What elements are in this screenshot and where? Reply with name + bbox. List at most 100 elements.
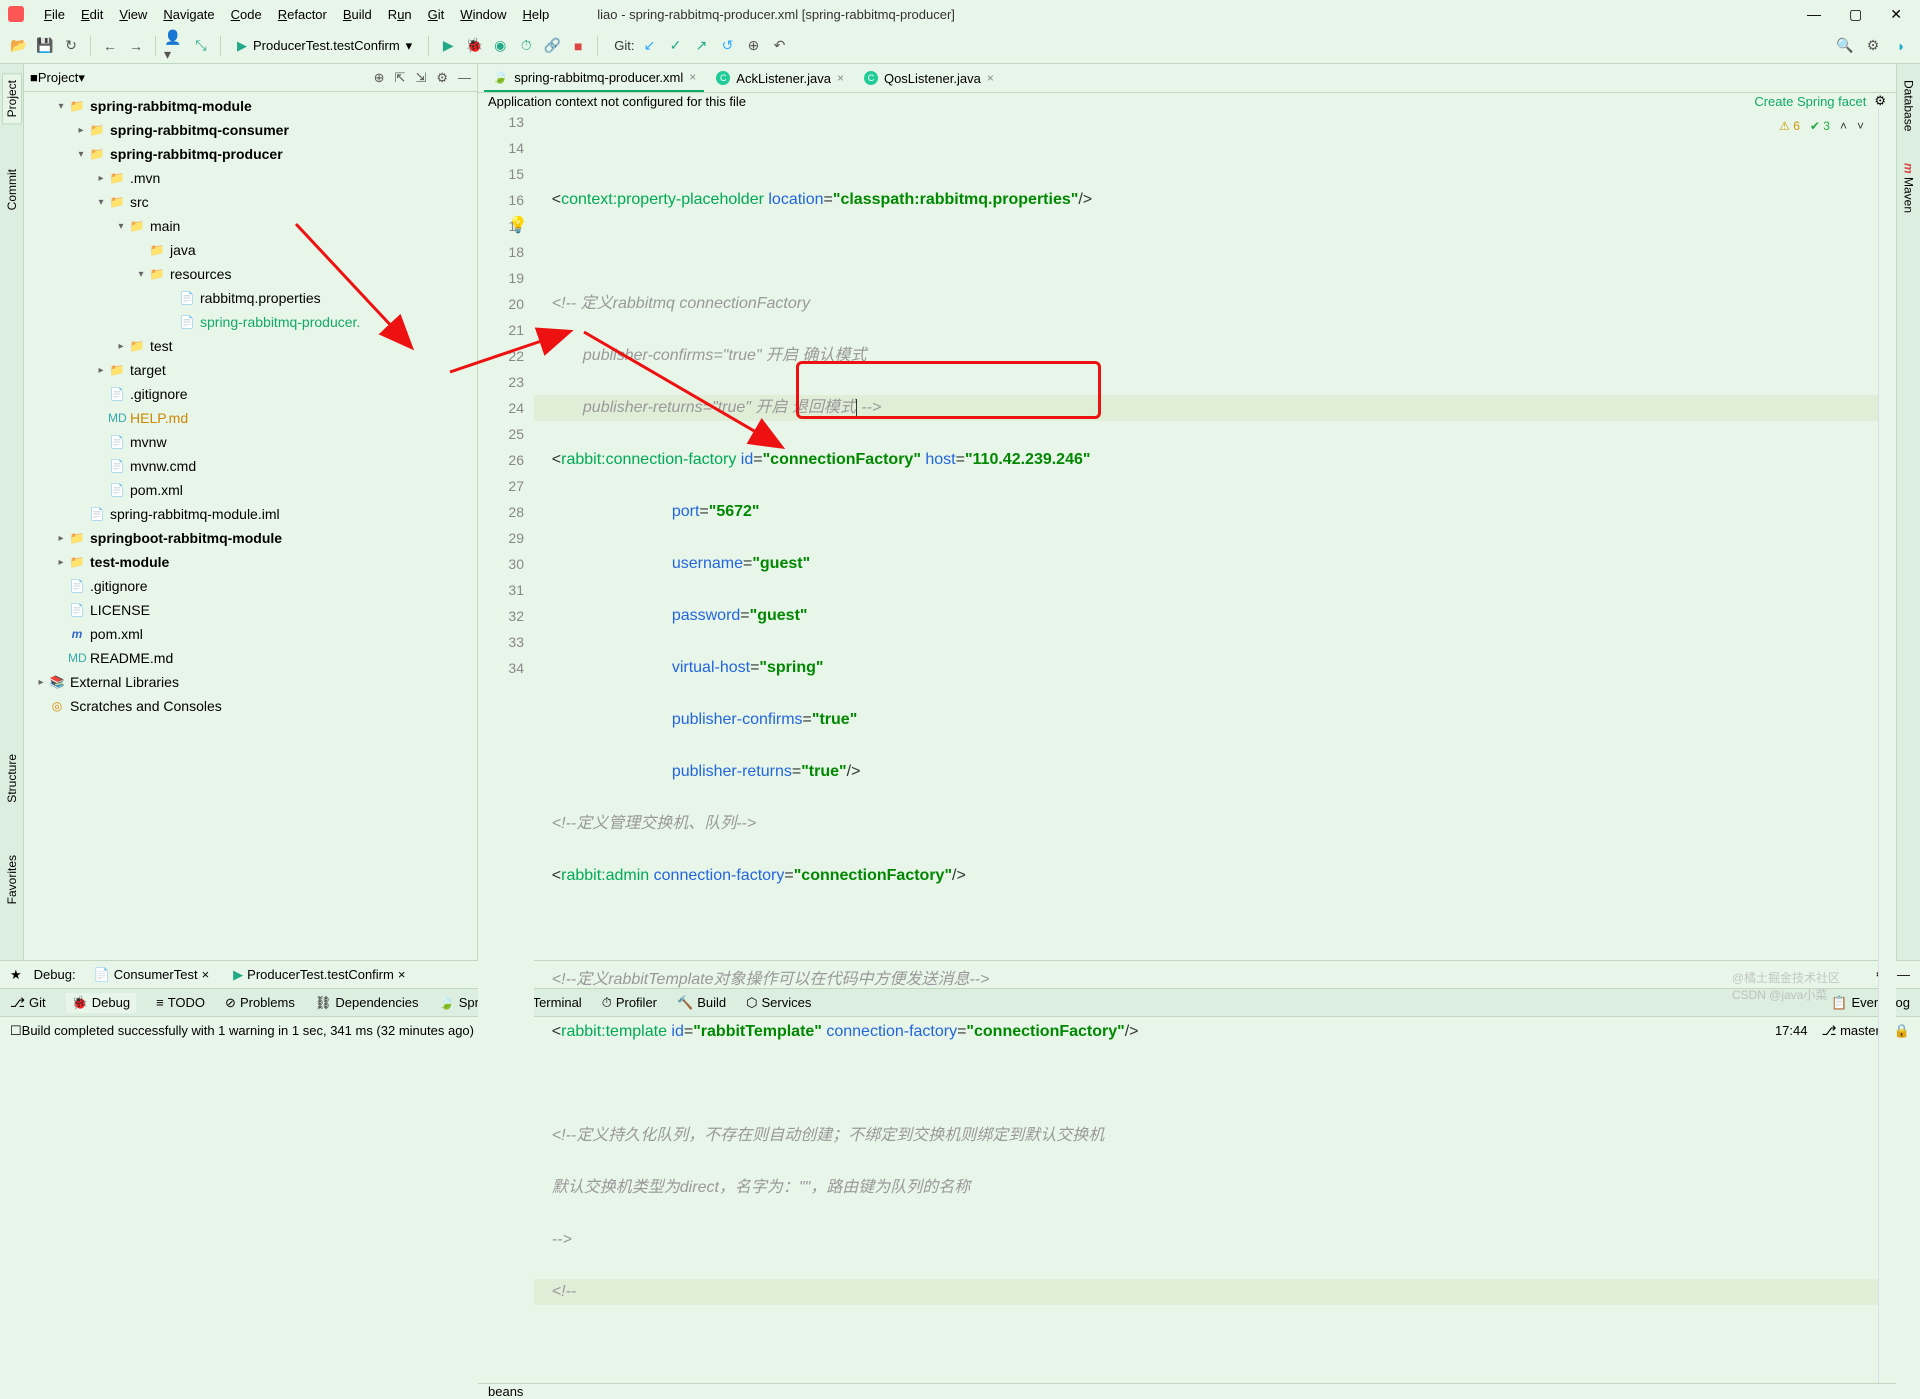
expand-icon[interactable]: ⇱ bbox=[395, 70, 406, 86]
tab-todo[interactable]: ≡ TODO bbox=[156, 995, 205, 1010]
close-icon[interactable]: × bbox=[689, 70, 696, 84]
collapse-icon[interactable]: ⇲ bbox=[415, 70, 426, 86]
tree-mvn[interactable]: .mvn bbox=[130, 170, 160, 186]
menu-build[interactable]: Build bbox=[335, 7, 380, 22]
tab-debug[interactable]: 🐞 Debug bbox=[66, 993, 137, 1013]
git-clock-icon[interactable]: ⊕ bbox=[742, 35, 764, 57]
settings-icon[interactable]: ⚙ bbox=[1862, 35, 1884, 57]
tree-target[interactable]: target bbox=[130, 362, 166, 378]
tree-scratches[interactable]: Scratches and Consoles bbox=[70, 698, 222, 714]
tab-producer-xml[interactable]: 🍃spring-rabbitmq-producer.xml× bbox=[484, 64, 704, 92]
tree-rabbitmq-props[interactable]: rabbitmq.properties bbox=[200, 290, 321, 306]
tree-m-pom[interactable]: pom.xml bbox=[90, 626, 143, 642]
open-icon[interactable]: 📂 bbox=[8, 35, 30, 57]
gear-icon[interactable]: ⚙ bbox=[1874, 93, 1886, 109]
menu-view[interactable]: View bbox=[111, 7, 155, 22]
tree-producer-xml[interactable]: spring-rabbitmq-producer. bbox=[200, 314, 360, 330]
down-icon[interactable]: ˅ bbox=[1857, 113, 1864, 139]
menu-code[interactable]: Code bbox=[223, 7, 270, 22]
locate-icon[interactable]: ⊕ bbox=[374, 70, 385, 86]
run-config-selector[interactable]: ▶ProducerTest.testConfirm ▾ bbox=[229, 38, 420, 54]
minimize-button[interactable]: — bbox=[1807, 6, 1821, 23]
tree-producer[interactable]: spring-rabbitmq-producer bbox=[110, 146, 283, 162]
side-tab-maven[interactable]: m Maven bbox=[1900, 157, 1918, 219]
tab-dependencies[interactable]: ⛓ Dependencies bbox=[315, 995, 419, 1011]
side-tab-project[interactable]: Project bbox=[3, 74, 21, 123]
side-tab-favorites[interactable]: Favorites bbox=[3, 849, 21, 910]
stop-icon[interactable]: ■ bbox=[567, 35, 589, 57]
tab-qoslistener[interactable]: CQosListener.java× bbox=[856, 64, 1002, 92]
profile-icon[interactable]: ⏱ bbox=[515, 35, 537, 57]
hide-icon[interactable]: — bbox=[458, 70, 471, 86]
banner-link[interactable]: Create Spring facet bbox=[1754, 94, 1866, 109]
breadcrumb-item[interactable]: beans bbox=[488, 1384, 523, 1399]
up-icon[interactable]: ˄ bbox=[1840, 113, 1847, 139]
tree-license[interactable]: LICENSE bbox=[90, 602, 150, 618]
menu-refactor[interactable]: Refactor bbox=[270, 7, 335, 22]
tree-help[interactable]: HELP.md bbox=[130, 410, 188, 426]
tree-readme[interactable]: README.md bbox=[90, 650, 173, 666]
code-editor[interactable]: 1314151617181920212223242526272829303132… bbox=[478, 109, 1896, 1383]
menu-window[interactable]: Window bbox=[452, 7, 514, 22]
side-tab-commit[interactable]: Commit bbox=[3, 163, 21, 216]
tree-test[interactable]: test bbox=[150, 338, 173, 354]
debug-config-consumer[interactable]: 📄 ConsumerTest × bbox=[88, 967, 216, 983]
tree-gitignore2[interactable]: .gitignore bbox=[90, 578, 148, 594]
tree-main[interactable]: main bbox=[150, 218, 180, 234]
hide-icon[interactable]: — bbox=[1897, 967, 1910, 983]
menu-run[interactable]: Run bbox=[380, 7, 420, 22]
attach-icon[interactable]: 🔗 bbox=[541, 35, 563, 57]
tree-resources[interactable]: resources bbox=[170, 266, 231, 282]
tree-mvnw[interactable]: mvnw bbox=[130, 434, 167, 450]
close-icon[interactable]: × bbox=[837, 71, 844, 85]
save-icon[interactable]: 💾 bbox=[34, 35, 56, 57]
forward-icon[interactable]: → bbox=[125, 35, 147, 57]
project-tree[interactable]: ▾📁spring-rabbitmq-module ▸📁spring-rabbit… bbox=[24, 92, 477, 960]
tree-springboot[interactable]: springboot-rabbitmq-module bbox=[90, 530, 282, 546]
menu-help[interactable]: Help bbox=[515, 7, 558, 22]
run-icon[interactable]: ▶ bbox=[437, 35, 459, 57]
bulb-icon[interactable]: 💡 bbox=[508, 213, 528, 239]
tree-gitignore[interactable]: .gitignore bbox=[130, 386, 188, 402]
tab-problems[interactable]: ⊘ Problems bbox=[225, 995, 295, 1011]
user-icon[interactable]: 👤▾ bbox=[164, 35, 186, 57]
side-tab-structure[interactable]: Structure bbox=[3, 748, 21, 809]
menu-edit[interactable]: Edit bbox=[73, 7, 111, 22]
side-tab-database[interactable]: Database bbox=[1900, 74, 1918, 137]
back-icon[interactable]: ← bbox=[99, 35, 121, 57]
problems-indicator[interactable]: ⚠ 6 ✔ 3 ˄ ˅ bbox=[1779, 113, 1864, 139]
search-icon[interactable]: 🔍 bbox=[1834, 35, 1856, 57]
coverage-icon[interactable]: ◉ bbox=[489, 35, 511, 57]
tree-testmodule[interactable]: test-module bbox=[90, 554, 169, 570]
reload-icon[interactable]: ↻ bbox=[60, 35, 82, 57]
tree-java[interactable]: java bbox=[170, 242, 196, 258]
tab-git[interactable]: ⎇ Git bbox=[10, 995, 46, 1011]
menu-navigate[interactable]: Navigate bbox=[155, 7, 222, 22]
sync-icon[interactable]: ◗ bbox=[1890, 35, 1912, 57]
close-button[interactable]: ✕ bbox=[1890, 6, 1902, 23]
debug-icon[interactable]: 🐞 bbox=[463, 35, 485, 57]
tree-pom[interactable]: pom.xml bbox=[130, 482, 183, 498]
tab-acklistener[interactable]: CAckListener.java× bbox=[708, 64, 852, 92]
tree-iml[interactable]: spring-rabbitmq-module.iml bbox=[110, 506, 280, 522]
tree-src[interactable]: src bbox=[130, 194, 149, 210]
minimap[interactable] bbox=[1878, 109, 1896, 1383]
maximize-button[interactable]: ▢ bbox=[1849, 6, 1862, 23]
git-history-icon[interactable]: ↺ bbox=[716, 35, 738, 57]
wand-icon[interactable]: ⤡ bbox=[190, 35, 212, 57]
menu-file[interactable]: File bbox=[36, 7, 73, 22]
git-commit-icon[interactable]: ✓ bbox=[664, 35, 686, 57]
gear-icon[interactable]: ⚙ bbox=[436, 70, 448, 86]
git-update-icon[interactable]: ↙ bbox=[638, 35, 660, 57]
tree-mvnwcmd[interactable]: mvnw.cmd bbox=[130, 458, 196, 474]
git-revert-icon[interactable]: ↶ bbox=[768, 35, 790, 57]
menu-git[interactable]: Git bbox=[420, 7, 453, 22]
git-push-icon[interactable]: ↗ bbox=[690, 35, 712, 57]
breadcrumb[interactable]: beans bbox=[478, 1383, 1896, 1399]
tree-consumer[interactable]: spring-rabbitmq-consumer bbox=[110, 122, 289, 138]
tree-root[interactable]: spring-rabbitmq-module bbox=[90, 98, 252, 114]
tree-external[interactable]: External Libraries bbox=[70, 674, 179, 690]
code-content[interactable]: 💡 ⚠ 6 ✔ 3 ˄ ˅ <context:property-placehol… bbox=[534, 109, 1878, 1383]
debug-config-producer[interactable]: ▶ ProducerTest.testConfirm × bbox=[227, 967, 411, 983]
close-icon[interactable]: × bbox=[987, 71, 994, 85]
